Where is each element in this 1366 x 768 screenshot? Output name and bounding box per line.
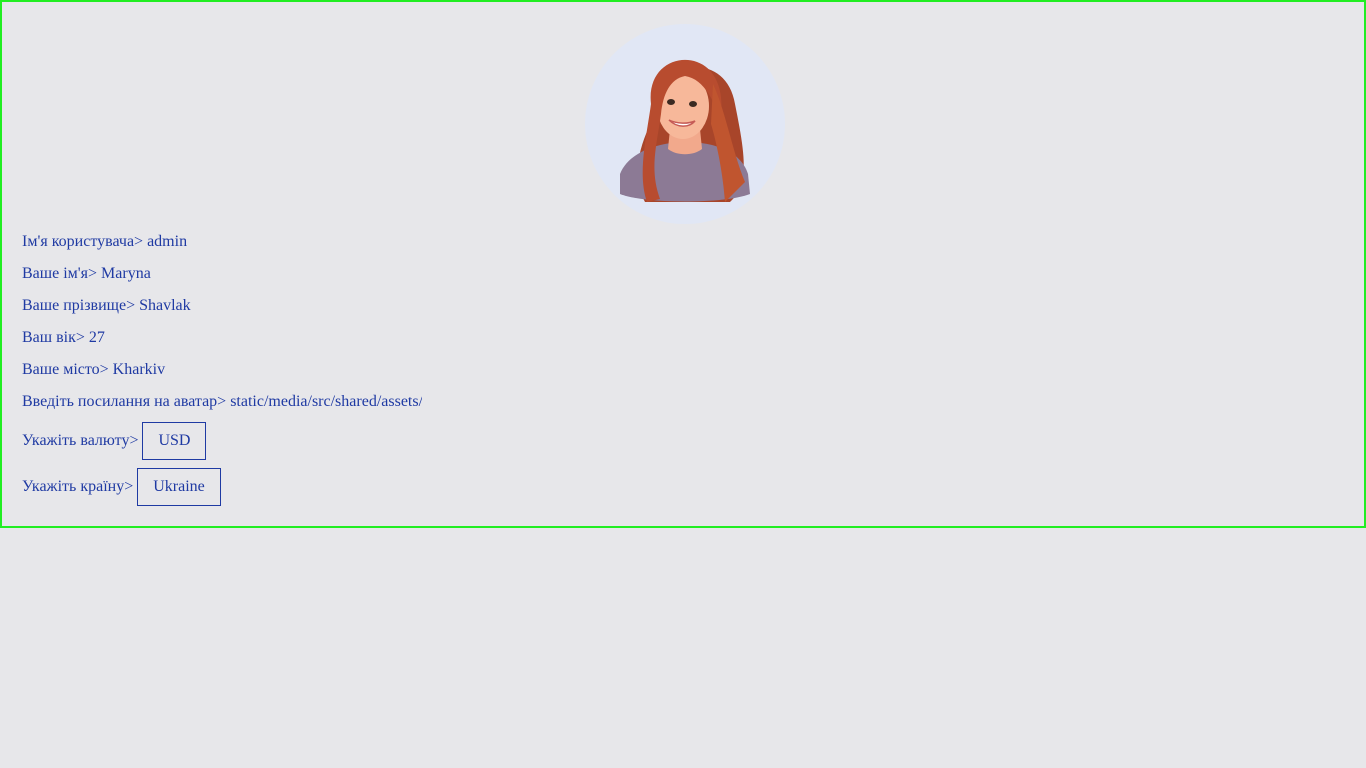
currency-select[interactable]: USD	[142, 422, 207, 460]
first-name-label: Ваше ім'я>	[22, 265, 98, 282]
last-name-label: Ваше прізвище>	[22, 297, 136, 314]
country-field: Укажіть країну> Ukraine	[22, 468, 221, 506]
age-label: Ваш вік>	[22, 329, 85, 346]
avatar-image	[620, 59, 750, 202]
age-value[interactable]: 27	[89, 329, 105, 346]
currency-label: Укажіть валюту>	[22, 432, 139, 449]
profile-card: Ім'я користувача> admin Ваше ім'я> Maryna …	[0, 0, 1366, 528]
first-name-value[interactable]: Maryna	[101, 265, 151, 282]
username-field: Ім'я користувача> admin	[22, 233, 187, 251]
age-field: Ваш вік> 27	[22, 329, 105, 347]
avatar-link-label: Введіть посилання на аватар>	[22, 393, 227, 410]
avatar-link-value[interactable]: static/media/src/shared/assets/	[230, 393, 422, 410]
city-field: Ваше місто> Kharkiv	[22, 361, 165, 379]
first-name-field: Ваше ім'я> Maryna	[22, 265, 151, 283]
currency-field: Укажіть валюту> USD	[22, 422, 207, 460]
last-name-field: Ваше прізвище> Shavlak	[22, 297, 191, 315]
country-label: Укажіть країну>	[22, 478, 134, 495]
username-label: Ім'я користувача>	[22, 233, 144, 250]
username-value[interactable]: admin	[147, 233, 187, 250]
city-label: Ваше місто>	[22, 361, 109, 378]
avatar	[585, 24, 785, 224]
avatar-link-field: Введіть посилання на аватар> static/media…	[22, 393, 422, 411]
last-name-value[interactable]: Shavlak	[139, 297, 191, 314]
city-value[interactable]: Kharkiv	[113, 361, 165, 378]
country-select[interactable]: Ukraine	[137, 468, 221, 506]
